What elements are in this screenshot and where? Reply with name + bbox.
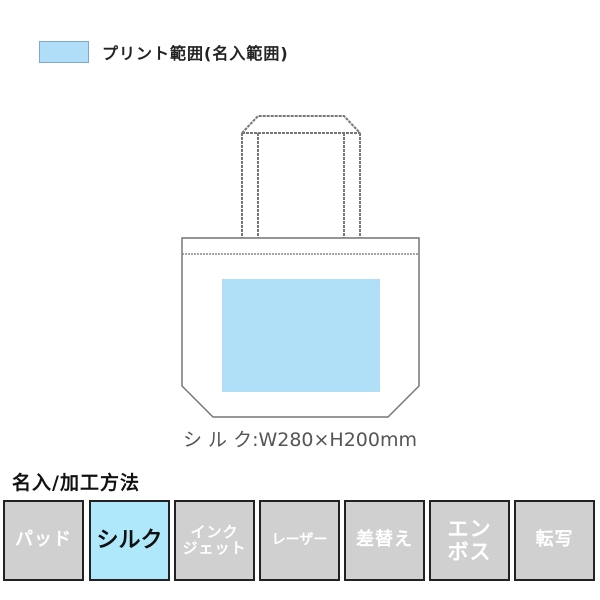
- method-label: 差替え: [356, 529, 413, 551]
- method-label: シルク: [96, 527, 163, 553]
- method-label: 転写: [535, 529, 574, 551]
- method-replace[interactable]: 差替え: [344, 500, 425, 581]
- method-section-title: 名入/加工方法: [12, 472, 140, 494]
- print-dimensions: シ ル ク:W280×H200mm: [182, 429, 418, 451]
- method-tiles: パッド シルク インク ジェット レーザー 差替え エン ボス 転写: [3, 500, 597, 582]
- handle-top: [241, 115, 361, 134]
- method-silk[interactable]: シルク: [89, 500, 170, 581]
- method-label: インク ジェット: [182, 522, 247, 557]
- method-pad[interactable]: パッド: [3, 500, 84, 581]
- bag-handle: [241, 115, 361, 238]
- method-label: レーザー: [271, 532, 328, 549]
- method-laser[interactable]: レーザー: [259, 500, 340, 581]
- print-area: [222, 279, 380, 392]
- method-inkjet[interactable]: インク ジェット: [174, 500, 255, 581]
- method-transfer[interactable]: 転写: [514, 500, 595, 581]
- method-label: パッド: [15, 529, 72, 551]
- method-label: エン ボス: [447, 517, 492, 564]
- method-emboss[interactable]: エン ボス: [429, 500, 510, 581]
